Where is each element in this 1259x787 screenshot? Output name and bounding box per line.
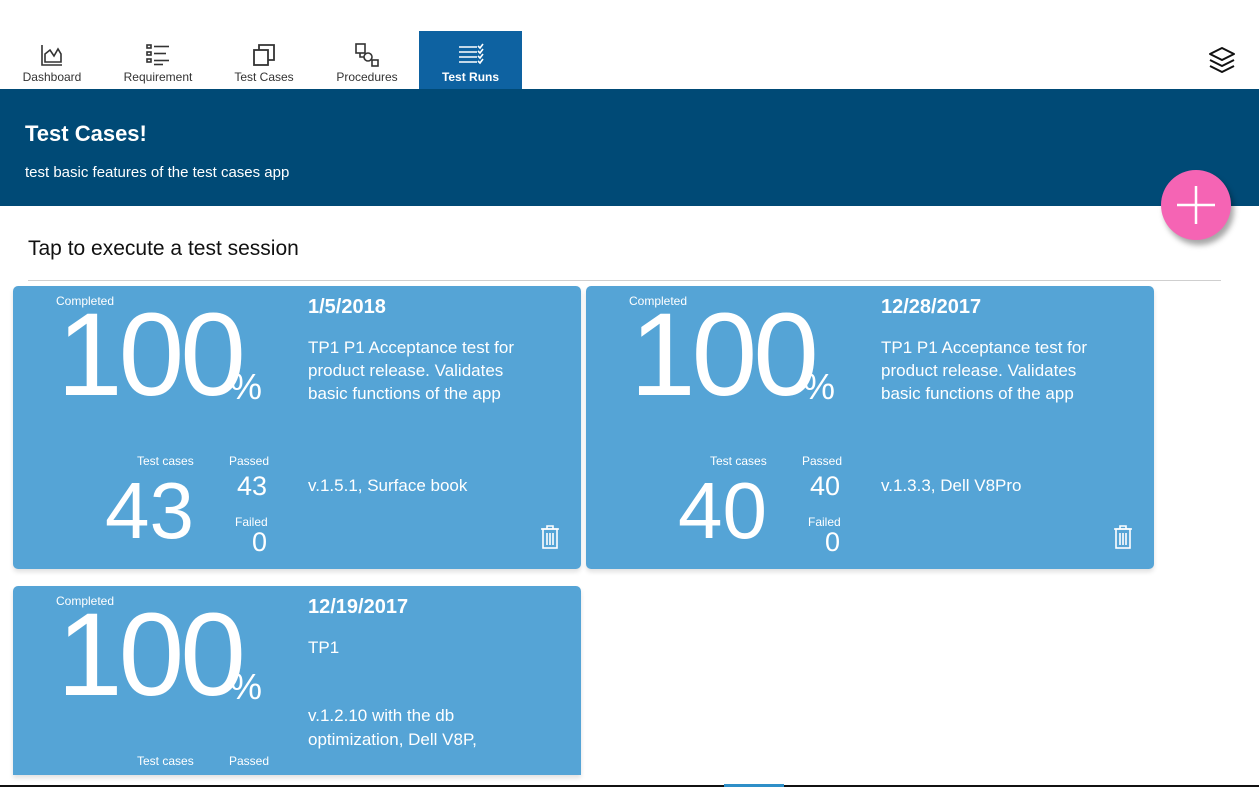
run-description: TP1 P1 Acceptance test for product relea… bbox=[308, 338, 515, 403]
tab-label: Test Cases bbox=[234, 70, 294, 84]
test-cases-count: 40 bbox=[678, 466, 767, 555]
percent-sign: % bbox=[230, 666, 263, 707]
flow-icon bbox=[355, 43, 379, 67]
test-run-card[interactable]: Completed 100 % 1/5/2018 TP1 P1 Acceptan… bbox=[13, 286, 581, 569]
tab-test-cases[interactable]: Test Cases bbox=[224, 31, 304, 89]
passed-count: 43 bbox=[236, 471, 267, 501]
test-cases-count: 43 bbox=[105, 466, 194, 555]
run-environment: v.1.5.1, Surface book bbox=[308, 476, 468, 495]
run-description: TP1 P1 Acceptance test for product relea… bbox=[881, 338, 1088, 403]
header-banner: Test Cases! test basic features of the t… bbox=[0, 89, 1259, 206]
passed-label: Passed bbox=[229, 754, 270, 768]
divider bbox=[28, 280, 1221, 281]
tab-requirement[interactable]: Requirement bbox=[112, 31, 204, 89]
tab-label: Test Runs bbox=[441, 70, 500, 84]
tab-test-runs[interactable]: Test Runs bbox=[419, 31, 522, 89]
completed-value: 100 bbox=[630, 289, 819, 421]
run-environment: v.1.2.10 with the db optimization, Dell … bbox=[308, 706, 477, 749]
layers-icon[interactable] bbox=[1207, 45, 1237, 75]
tab-procedures[interactable]: Procedures bbox=[324, 31, 410, 89]
test-cases-label: Test cases bbox=[137, 754, 194, 768]
percent-sign: % bbox=[803, 366, 836, 407]
page-title: Test Cases! bbox=[25, 121, 147, 146]
passed-label: Passed bbox=[229, 454, 270, 468]
run-date: 1/5/2018 bbox=[308, 296, 386, 318]
passed-count: 40 bbox=[809, 471, 840, 501]
tab-dashboard[interactable]: Dashboard bbox=[12, 31, 92, 89]
run-date: 12/19/2017 bbox=[308, 596, 409, 618]
chart-icon bbox=[41, 45, 62, 66]
trash-icon[interactable] bbox=[1113, 525, 1133, 549]
failed-count: 0 bbox=[251, 527, 267, 557]
plus-icon bbox=[1177, 186, 1215, 224]
run-description: TP1 bbox=[308, 638, 340, 657]
failed-count: 0 bbox=[824, 527, 840, 557]
section-title: Tap to execute a test session bbox=[28, 237, 299, 260]
passed-label: Passed bbox=[802, 454, 843, 468]
run-environment: v.1.3.3, Dell V8Pro bbox=[881, 476, 1022, 495]
add-test-run-button[interactable] bbox=[1161, 170, 1231, 240]
list-icon bbox=[146, 44, 169, 66]
completed-value: 100 bbox=[57, 289, 246, 421]
tab-label: Dashboard bbox=[22, 70, 82, 84]
tab-label: Procedures bbox=[336, 70, 398, 84]
checklist-icon bbox=[458, 43, 484, 65]
page-subtitle: test basic features of the test cases ap… bbox=[25, 164, 290, 181]
tab-label: Requirement bbox=[123, 70, 193, 84]
top-navigation: Dashboard Requirement Test Cases Procedu… bbox=[0, 0, 1259, 89]
test-run-card[interactable]: Completed 100 % 12/28/2017 TP1 P1 Accept… bbox=[586, 286, 1154, 569]
percent-sign: % bbox=[230, 366, 263, 407]
test-run-card[interactable]: Completed 100 % 12/19/2017 TP1 v.1.2.10 … bbox=[13, 586, 581, 775]
trash-icon[interactable] bbox=[540, 525, 560, 549]
completed-value: 100 bbox=[57, 589, 246, 721]
run-date: 12/28/2017 bbox=[881, 296, 982, 318]
copy-icon bbox=[253, 44, 275, 66]
